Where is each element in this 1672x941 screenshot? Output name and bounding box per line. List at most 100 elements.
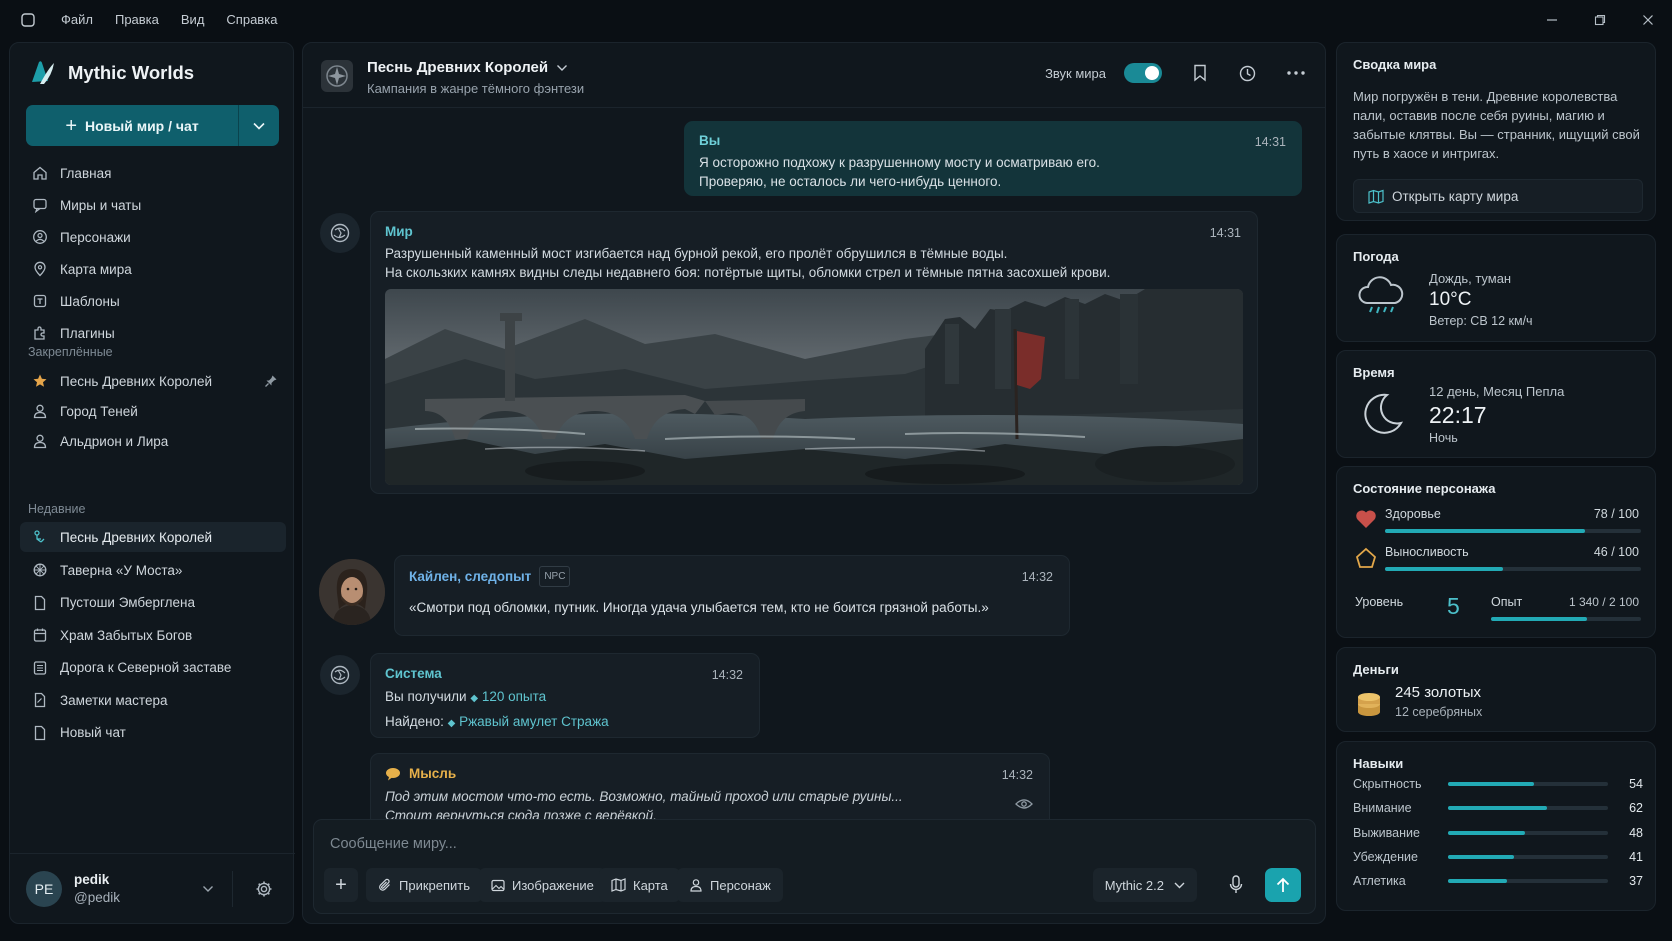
user-bar: PE pedik @pedik xyxy=(10,853,295,923)
broken-bridge-image[interactable] xyxy=(385,289,1243,485)
message-time: 14:32 xyxy=(1021,570,1053,584)
open-world-map-button[interactable]: Открыть карту мира xyxy=(1353,179,1643,213)
recent-item[interactable]: Заметки мастера xyxy=(20,684,286,717)
recent-label: Новый чат xyxy=(60,725,126,741)
mythic-logo-icon xyxy=(32,61,54,84)
campaign-emblem-icon xyxy=(321,60,353,92)
avatar[interactable]: PE xyxy=(26,870,62,907)
map-icon xyxy=(34,261,46,277)
system-avatar-icon xyxy=(320,655,360,695)
skill-row: Выживание 48 xyxy=(1353,822,1643,844)
message-author: Мир xyxy=(385,224,413,239)
sidebar: Mythic Worlds + Новый мир / чат Главная … xyxy=(9,42,295,924)
npc-name: Кайлен, следопыт xyxy=(409,569,532,584)
recent-item[interactable]: Новый чат xyxy=(20,717,286,750)
recent-item-active[interactable]: Песнь Древних Королей xyxy=(20,522,286,552)
new-world-main[interactable]: + Новый мир / чат xyxy=(26,105,239,146)
reward-label: Вы получили xyxy=(385,689,467,704)
star-icon xyxy=(33,374,47,387)
more-options-icon[interactable] xyxy=(1287,71,1305,75)
skill-bar xyxy=(1448,854,1608,859)
hide-eye-icon[interactable] xyxy=(1015,798,1033,810)
skill-fill xyxy=(1448,806,1548,811)
user-icon xyxy=(690,879,702,892)
message-input[interactable]: Сообщение миру... xyxy=(330,836,457,852)
card-title: Деньги xyxy=(1353,662,1399,677)
chevron-down-icon xyxy=(1174,882,1185,888)
doc-icon xyxy=(34,725,46,740)
npc-avatar[interactable] xyxy=(319,559,385,625)
skill-name: Атлетика xyxy=(1353,874,1406,889)
menu-view[interactable]: Вид xyxy=(181,12,205,27)
recent-item[interactable]: Храм Забытых Богов xyxy=(20,619,286,652)
model-selector[interactable]: Mythic 2.2 xyxy=(1092,868,1197,902)
new-world-button[interactable]: + Новый мир / чат xyxy=(26,105,279,146)
history-icon[interactable] xyxy=(1238,64,1257,83)
message-author: Система xyxy=(385,666,442,681)
nav-templates[interactable]: Шаблоны xyxy=(20,285,286,317)
menu-edit[interactable]: Правка xyxy=(115,12,159,27)
chat-subtitle: Кампания в жанре тёмного фэнтези xyxy=(367,81,585,96)
nav-world-map[interactable]: Карта мира xyxy=(20,253,286,285)
card-title: Погода xyxy=(1353,249,1399,264)
user-icon xyxy=(33,434,47,449)
menu-file[interactable]: Файл xyxy=(61,12,93,27)
nav-characters[interactable]: Персонажи xyxy=(20,221,286,253)
menu-bar: Файл Правка Вид Справка xyxy=(61,12,299,27)
microphone-icon[interactable] xyxy=(1229,875,1243,895)
image-button[interactable]: Изображение xyxy=(479,868,606,902)
attach-button[interactable]: Прикрепить xyxy=(366,868,483,902)
nav-worlds-chats[interactable]: Миры и чаты xyxy=(20,189,286,221)
world-sound-toggle[interactable] xyxy=(1124,63,1162,83)
bookmark-icon[interactable] xyxy=(1192,64,1208,82)
character-button[interactable]: Персонаж xyxy=(677,868,783,902)
nav-label: Персонажи xyxy=(60,229,131,245)
money-card: Деньги 245 золотых 12 серебряных xyxy=(1336,647,1656,732)
skill-fill xyxy=(1448,830,1525,835)
maximize-button[interactable] xyxy=(1576,0,1624,40)
skills-card: Навыки Скрытность 54 Внимание 62 Выживание 48… xyxy=(1336,741,1656,911)
settings-gear-icon[interactable] xyxy=(255,880,273,898)
found-item-link[interactable]: Ржавый амулет Стража xyxy=(459,714,608,729)
weather-desc: Дождь, туман xyxy=(1429,271,1512,286)
health-bar xyxy=(1385,529,1641,533)
map-button-label: Открыть карту мира xyxy=(1392,188,1519,204)
recent-list: Песнь Древних Королей Таверна «У Моста» … xyxy=(20,522,286,749)
minimize-button[interactable] xyxy=(1528,0,1576,40)
recent-item[interactable]: Дорога к Северной заставе xyxy=(20,652,286,685)
list-icon xyxy=(33,661,47,675)
message-time: 14:32 xyxy=(1001,768,1033,782)
message-time: 14:31 xyxy=(1254,135,1286,149)
level-value: 5 xyxy=(1447,593,1460,619)
new-world-dropdown[interactable] xyxy=(239,105,279,146)
time-card: Время 12 день, Месяц Пепла 22:17 Ночь xyxy=(1336,350,1656,458)
xp-reward[interactable]: 120 опыта xyxy=(482,689,546,704)
day-phase: Ночь xyxy=(1429,431,1458,445)
pin-icon[interactable] xyxy=(264,374,278,388)
chat-title[interactable]: Песнь Древних Королей xyxy=(367,59,568,76)
pinned-item[interactable]: Альдрион и Лира xyxy=(20,426,286,456)
paperclip-icon xyxy=(379,878,390,891)
model-name: Mythic 2.2 xyxy=(1104,877,1164,893)
recent-item[interactable]: Пустоши Эмберглена xyxy=(20,587,286,620)
skill-bar xyxy=(1448,830,1608,835)
chevron-down-icon[interactable] xyxy=(202,885,214,893)
pinned-item[interactable]: Город Теней xyxy=(20,396,286,426)
pinned-item[interactable]: Песнь Древних Королей xyxy=(20,366,286,396)
map-button[interactable]: Карта xyxy=(599,868,680,902)
recent-item[interactable]: Таверна «У Моста» xyxy=(20,554,286,587)
close-button[interactable] xyxy=(1624,0,1672,40)
stamina-icon xyxy=(1355,547,1377,568)
stamina-value: 46 / 100 xyxy=(1593,545,1639,559)
weather-wind: Ветер: СВ 12 км/ч xyxy=(1429,314,1533,328)
new-world-label: Новый мир / чат xyxy=(85,117,199,134)
nav-home[interactable]: Главная xyxy=(20,157,286,189)
menu-help[interactable]: Справка xyxy=(226,12,277,27)
user-info[interactable]: pedik @pedik xyxy=(74,871,120,907)
plus-icon: + xyxy=(65,114,77,137)
add-button[interactable]: + xyxy=(324,868,358,902)
send-button[interactable] xyxy=(1265,868,1301,902)
chevron-down-icon xyxy=(557,64,568,71)
tavern-icon xyxy=(33,563,47,577)
title-bar: Файл Правка Вид Справка xyxy=(0,0,1672,40)
